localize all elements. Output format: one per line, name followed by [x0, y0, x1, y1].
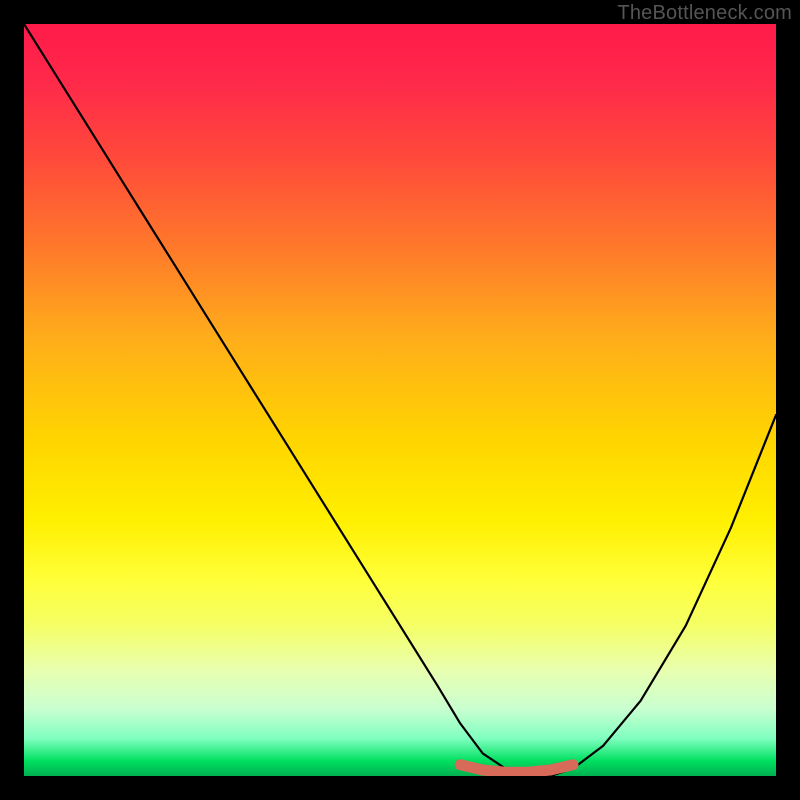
- chart-svg: [24, 24, 776, 776]
- bottleneck-curve: [24, 24, 776, 776]
- chart-container: TheBottleneck.com: [0, 0, 800, 800]
- watermark-text: TheBottleneck.com: [617, 2, 792, 25]
- flat-bottom-marker: [460, 765, 573, 773]
